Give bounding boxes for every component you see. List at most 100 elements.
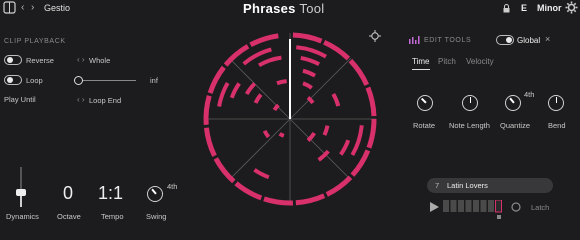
tab-time[interactable]: Time bbox=[412, 57, 430, 70]
close-icon[interactable]: × bbox=[545, 34, 550, 44]
loop-length-slider[interactable] bbox=[74, 75, 136, 85]
loop-toggle[interactable] bbox=[4, 75, 22, 85]
play-icon[interactable] bbox=[430, 202, 439, 214]
outer-note-segment bbox=[295, 193, 326, 206]
app-logo: Phrases Tool bbox=[243, 1, 324, 16]
sequencer-step[interactable] bbox=[450, 200, 457, 212]
inner-note-segment bbox=[331, 93, 341, 107]
octave-value[interactable]: 0 bbox=[63, 183, 73, 204]
swing-label: Swing bbox=[146, 212, 167, 221]
slider-handle[interactable] bbox=[74, 76, 83, 85]
note-length-label: Note Length bbox=[449, 121, 490, 130]
edit-tools-icon bbox=[409, 36, 420, 46]
back-icon[interactable]: ‹ bbox=[21, 2, 24, 13]
reverse-label: Reverse bbox=[26, 56, 54, 65]
tab-pitch[interactable]: Pitch bbox=[438, 57, 456, 66]
reverse-toggle[interactable] bbox=[4, 55, 22, 65]
inner-note-segment bbox=[229, 82, 241, 99]
global-label: Global bbox=[517, 36, 541, 45]
lock-icon[interactable] bbox=[503, 4, 510, 15]
swing-knob[interactable] bbox=[147, 186, 163, 202]
tempo-value[interactable]: 1:1 bbox=[98, 183, 123, 204]
preset-number: 7 bbox=[435, 181, 440, 190]
outer-note-segment bbox=[348, 58, 370, 86]
sequencer-step[interactable] bbox=[443, 200, 449, 212]
rotate-label: Rotate bbox=[413, 121, 436, 130]
tab-time-label: Time bbox=[412, 57, 430, 66]
play-until-arrows-icon[interactable]: ‹ › bbox=[77, 95, 85, 104]
octave-label: Octave bbox=[57, 212, 81, 221]
dynamics-slider[interactable] bbox=[16, 167, 26, 207]
quantize-knob[interactable] bbox=[505, 95, 521, 111]
inner-note-segment bbox=[296, 45, 327, 59]
inner-note-segment bbox=[322, 125, 330, 136]
sequencer-step[interactable] bbox=[473, 200, 479, 212]
step-sequencer[interactable] bbox=[443, 199, 507, 219]
outer-note-segment bbox=[249, 33, 279, 48]
app-icon[interactable] bbox=[3, 1, 16, 14]
outer-note-segment bbox=[325, 175, 353, 197]
sequencer-step[interactable] bbox=[480, 200, 487, 212]
clip-playback-title: CLIP PLAYBACK bbox=[4, 38, 66, 45]
inner-note-segment bbox=[258, 55, 282, 68]
sequencer-step[interactable] bbox=[458, 200, 464, 212]
key-scale[interactable]: Minor bbox=[537, 3, 562, 13]
bend-label: Bend bbox=[548, 121, 566, 130]
grid-spoke bbox=[228, 118, 291, 181]
settings-gear-icon[interactable] bbox=[565, 1, 578, 16]
inner-note-segment bbox=[306, 131, 316, 142]
quantize-value: 4th bbox=[524, 90, 535, 99]
quantize-label: Quantize bbox=[500, 121, 531, 130]
inner-note-segment bbox=[244, 82, 257, 96]
sequencer-step[interactable] bbox=[495, 199, 502, 213]
sequencer-step[interactable] bbox=[488, 200, 494, 212]
inner-note-segment bbox=[276, 79, 287, 86]
rotate-knob[interactable] bbox=[417, 95, 433, 111]
length-arrows-icon[interactable]: ‹ › bbox=[77, 55, 85, 64]
inner-note-segment bbox=[278, 132, 285, 138]
outer-note-segment bbox=[263, 196, 294, 206]
inner-note-segment bbox=[262, 129, 271, 139]
loop-label: Loop bbox=[26, 76, 43, 85]
swing-value: 4th bbox=[167, 182, 178, 191]
step-lock-icon bbox=[497, 215, 501, 219]
key-note[interactable]: E bbox=[521, 3, 527, 13]
preset-name: Latin Lovers bbox=[447, 181, 488, 190]
bend-knob[interactable] bbox=[548, 95, 564, 111]
preset-selector[interactable]: 7 Latin Lovers bbox=[427, 178, 553, 193]
play-until-label: Play Until bbox=[4, 95, 36, 104]
move-crosshair-icon[interactable] bbox=[369, 30, 381, 44]
inner-note-segment bbox=[306, 96, 315, 105]
slider-end-label: inf bbox=[150, 76, 158, 85]
global-toggle[interactable] bbox=[496, 35, 514, 45]
inner-note-segment bbox=[253, 93, 263, 104]
circular-phrase-editor[interactable] bbox=[194, 28, 386, 220]
record-icon[interactable] bbox=[511, 202, 521, 214]
logo-bold: Phrases bbox=[243, 1, 296, 16]
length-value[interactable]: Whole bbox=[89, 56, 110, 65]
inner-note-segment bbox=[272, 103, 280, 112]
outer-note-segment bbox=[207, 65, 226, 94]
outer-note-segment bbox=[365, 86, 377, 117]
sequencer-step[interactable] bbox=[465, 200, 472, 212]
outer-note-segment bbox=[203, 95, 212, 126]
latch-label[interactable]: Latch bbox=[531, 203, 549, 212]
grid-spoke bbox=[289, 118, 352, 181]
edit-tools-title: EDIT TOOLS bbox=[424, 37, 472, 44]
outer-note-segment bbox=[203, 127, 217, 157]
outer-note-segment bbox=[292, 32, 323, 44]
forward-icon[interactable]: › bbox=[31, 2, 34, 13]
grid-spoke bbox=[289, 57, 352, 120]
logo-light: Tool bbox=[299, 1, 325, 16]
inner-note-segment bbox=[302, 68, 316, 78]
dynamics-handle[interactable] bbox=[16, 189, 26, 196]
grid-spoke bbox=[228, 57, 291, 120]
inner-note-segment bbox=[300, 55, 321, 67]
note-length-knob[interactable] bbox=[462, 95, 478, 111]
play-until-value[interactable]: Loop End bbox=[89, 96, 121, 105]
outer-note-segment bbox=[213, 157, 236, 184]
project-name[interactable]: Gestio bbox=[44, 3, 70, 13]
inner-note-segment bbox=[217, 82, 230, 107]
tab-velocity[interactable]: Velocity bbox=[466, 57, 494, 66]
inner-note-segment bbox=[350, 125, 364, 156]
